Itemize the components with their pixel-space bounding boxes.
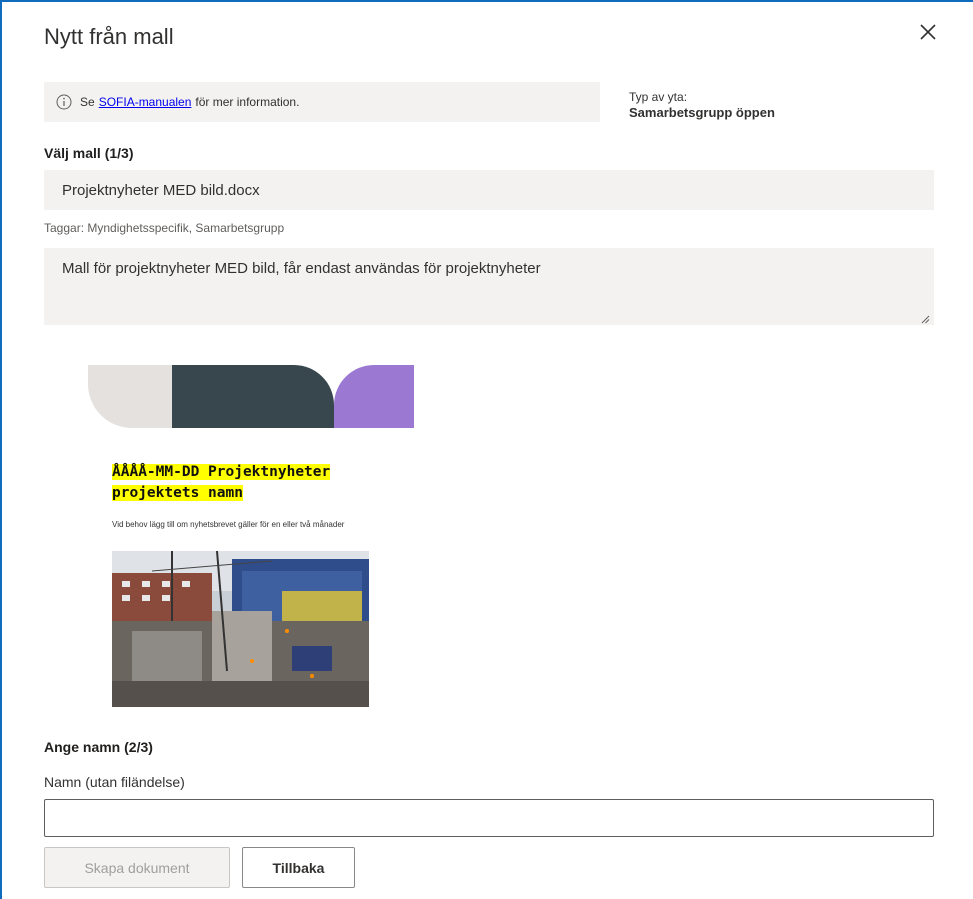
info-icon: [56, 94, 72, 110]
area-type-value: Samarbetsgrupp öppen: [629, 105, 775, 120]
step2-heading: Ange namn (2/3): [44, 739, 153, 755]
create-document-button[interactable]: Skapa dokument: [44, 847, 230, 888]
template-select[interactable]: Projektnyheter MED bild.docx: [44, 170, 934, 210]
template-description: Mall för projektnyheter MED bild, får en…: [44, 248, 934, 325]
resize-grip-icon[interactable]: [920, 311, 930, 324]
preview-banner-graphic: [88, 365, 414, 428]
area-type: Typ av yta: Samarbetsgrupp öppen: [629, 90, 775, 120]
step1-heading: Välj mall (1/3): [44, 145, 134, 161]
info-prefix: Se: [80, 95, 95, 109]
name-input[interactable]: [44, 799, 934, 837]
info-bar: Se SOFIA-manualen för mer information.: [44, 82, 600, 122]
preview-title: ÅÅÅÅ-MM-DD Projektnyheter projektets nam…: [112, 462, 331, 504]
area-type-label: Typ av yta:: [629, 90, 688, 104]
preview-subtitle: Vid behov lägg till om nyhetsbrevet gäll…: [112, 520, 345, 529]
back-button[interactable]: Tillbaka: [242, 847, 355, 888]
dialog-title: Nytt från mall: [44, 24, 174, 49]
close-icon[interactable]: [916, 20, 940, 44]
preview-title-line2: projektets namn: [112, 485, 243, 501]
template-preview: ÅÅÅÅ-MM-DD Projektnyheter projektets nam…: [88, 365, 414, 710]
template-tags: Taggar: Myndighetsspecifik, Samarbetsgru…: [44, 221, 285, 235]
new-from-template-dialog: Nytt från mall Se SOFIA-manualen för mer…: [0, 0, 973, 899]
sofia-manual-link[interactable]: SOFIA-manualen: [99, 95, 192, 109]
template-description-text: Mall för projektnyheter MED bild, får en…: [62, 260, 541, 277]
preview-title-line1: ÅÅÅÅ-MM-DD Projektnyheter: [112, 464, 331, 480]
info-suffix: för mer information.: [195, 95, 300, 109]
name-field-label: Namn (utan filändelse): [44, 774, 185, 790]
construction-site-photo: [112, 551, 369, 707]
